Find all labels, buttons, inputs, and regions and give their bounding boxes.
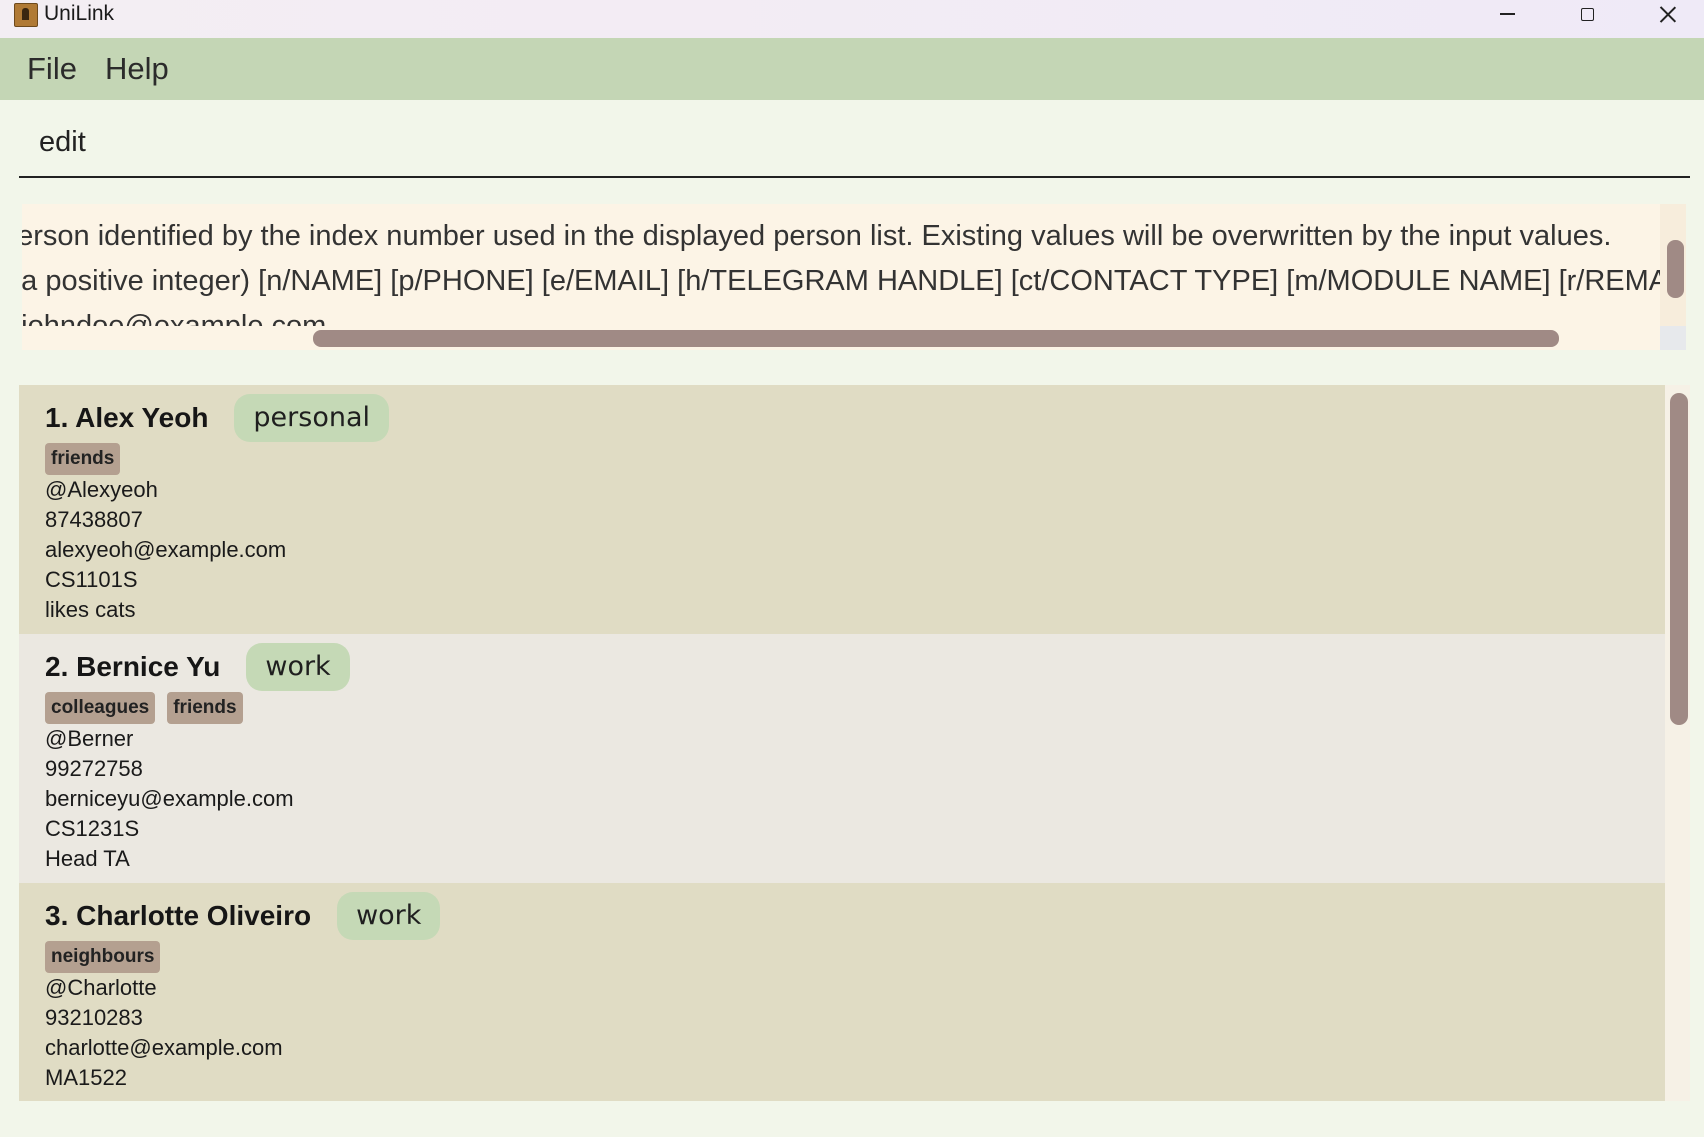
person-card[interactable]: 1. Alex Yeoh personal friends @Alexyeoh … <box>19 385 1665 634</box>
result-display: person identified by the index number us… <box>22 204 1686 350</box>
person-list: 1. Alex Yeoh personal friends @Alexyeoh … <box>19 385 1690 1101</box>
tag-list: neighbours <box>45 941 161 973</box>
person-card-header: 2. Bernice Yu work <box>45 642 350 692</box>
email-address: berniceyu@example.com <box>45 786 294 811</box>
maximize-icon <box>1580 7 1594 21</box>
minimize-icon <box>1499 13 1515 15</box>
window-title: UniLink <box>44 2 115 25</box>
telegram-handle: @Alexyeoh <box>45 477 158 502</box>
person-details: @Berner 99272758 berniceyu@example.com C… <box>45 724 294 874</box>
remark: likes cats <box>45 597 136 622</box>
phone-number: 99272758 <box>45 756 143 781</box>
tag: colleagues <box>45 692 156 724</box>
email-address: charlotte@example.com <box>45 1035 283 1060</box>
address-book-icon <box>14 3 38 27</box>
module-name: CS1231S <box>45 816 140 841</box>
command-input[interactable]: edit <box>19 112 1690 178</box>
person-details: @Alexyeoh 87438807 alexyeoh@example.com … <box>45 475 286 625</box>
tag-list: friends <box>45 443 121 475</box>
module-name: MA1522 <box>45 1065 127 1090</box>
tag: friends <box>167 692 243 724</box>
menu-help[interactable]: Help <box>105 38 169 100</box>
person-name: 2. Bernice Yu <box>45 651 221 682</box>
result-display-viewport: person identified by the index number us… <box>22 204 1660 326</box>
email-address: alexyeoh@example.com <box>45 537 287 562</box>
person-card[interactable]: 3. Charlotte Oliveiro work neighbours @C… <box>19 883 1665 1101</box>
result-line-1: person identified by the index number us… <box>22 220 1612 252</box>
person-list-scrollbar[interactable] <box>1665 385 1690 1101</box>
module-name: CS1101S <box>45 567 138 592</box>
remark: Head TA <box>45 846 130 871</box>
minimize-button[interactable] <box>1475 0 1539 28</box>
scrollbar-corner <box>1660 326 1686 350</box>
contact-type-badge: work <box>246 643 350 691</box>
menu-bar: File Help <box>0 38 1704 100</box>
command-input-text: edit <box>39 126 86 158</box>
tag: neighbours <box>45 941 161 973</box>
tag: friends <box>45 443 121 475</box>
close-icon <box>1660 6 1676 22</box>
person-card-header: 3. Charlotte Oliveiro work <box>45 891 441 941</box>
result-horizontal-scroll-thumb[interactable] <box>313 330 1559 347</box>
phone-number: 93210283 <box>45 1005 143 1030</box>
telegram-handle: @Berner <box>45 726 134 751</box>
tag-list: colleagues friends <box>45 692 243 724</box>
menu-file[interactable]: File <box>27 38 77 100</box>
person-list-scroll-thumb[interactable] <box>1670 393 1688 725</box>
contact-type-badge: work <box>337 892 441 940</box>
close-button[interactable] <box>1636 0 1700 28</box>
contact-type-badge: personal <box>234 394 390 442</box>
telegram-handle: @Charlotte <box>45 975 157 1000</box>
title-bar: UniLink <box>0 0 1704 38</box>
phone-number: 87438807 <box>45 507 143 532</box>
person-name: 1. Alex Yeoh <box>45 402 209 433</box>
person-name: 3. Charlotte Oliveiro <box>45 900 312 931</box>
result-vertical-scrollbar[interactable] <box>1660 204 1686 326</box>
result-vertical-scroll-thumb[interactable] <box>1667 240 1684 298</box>
person-card[interactable]: 2. Bernice Yu work colleagues friends @B… <box>19 634 1665 883</box>
person-card-header: 1. Alex Yeoh personal <box>45 393 390 443</box>
result-line-2: e a positive integer) [n/NAME] [p/PHONE]… <box>22 265 1660 297</box>
result-line-3: e/johndoe@example.com <box>22 310 327 326</box>
person-details: @Charlotte 93210283 charlotte@example.co… <box>45 973 283 1093</box>
maximize-button[interactable] <box>1555 0 1619 28</box>
